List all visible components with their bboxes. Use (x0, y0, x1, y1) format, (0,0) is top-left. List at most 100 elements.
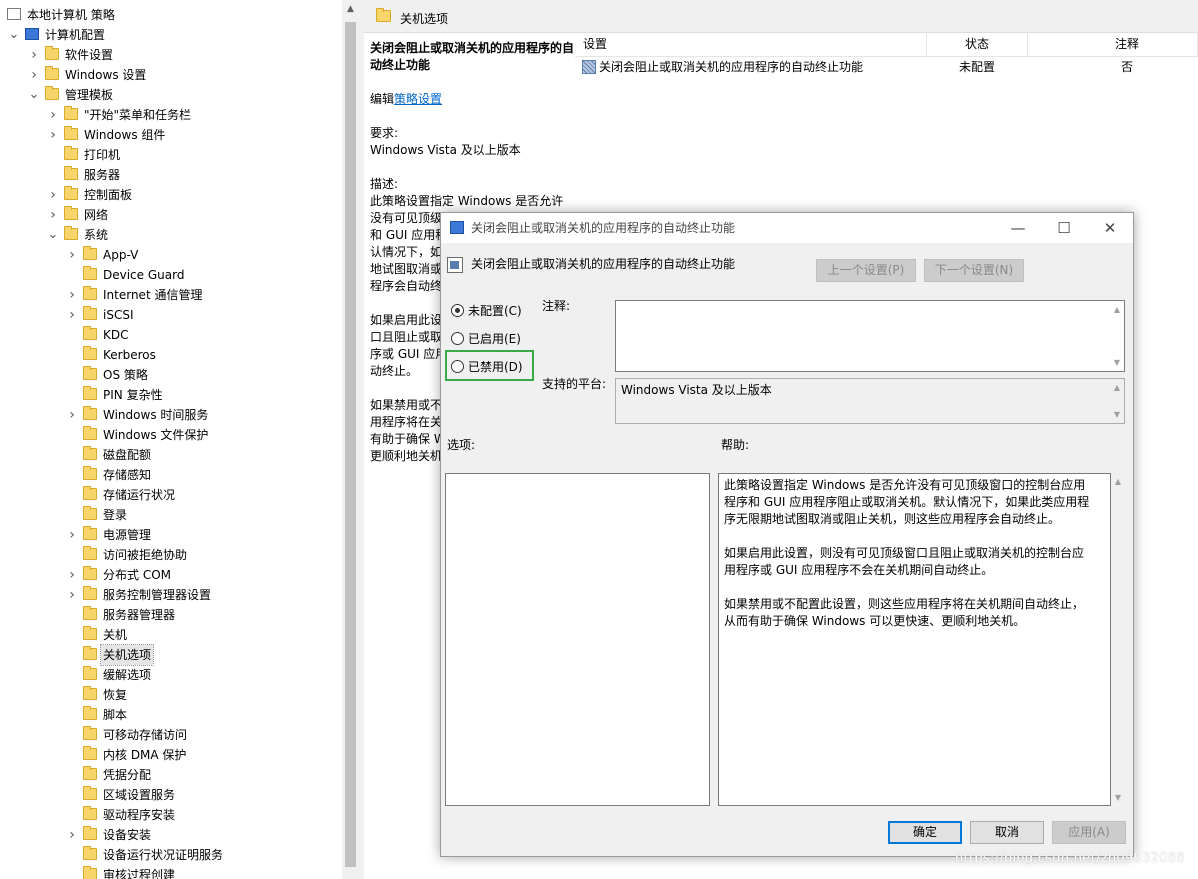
scroll-down-icon[interactable]: ▼ (1111, 793, 1125, 802)
folder-icon (83, 806, 97, 820)
edit-policy-link[interactable]: 策略设置 (394, 92, 442, 106)
folder-icon (83, 846, 97, 860)
app-icon (450, 221, 464, 234)
pane-splitter[interactable] (359, 0, 364, 879)
close-icon[interactable]: ✕ (1087, 213, 1133, 243)
chevron-right-icon[interactable]: › (28, 65, 40, 85)
column-note[interactable]: 注释 (1115, 32, 1139, 56)
radio-enabled-circle[interactable] (451, 332, 464, 345)
folder-icon (83, 866, 97, 879)
ok-button[interactable]: 确定 (888, 821, 962, 844)
tree-item-label: 设备运行状况证明服务 (103, 848, 224, 862)
folder-icon (64, 186, 78, 200)
folder-icon (64, 166, 78, 180)
tree-item-label: 管理模板 (65, 88, 114, 102)
scroll-up-icon[interactable]: ▲ (1110, 305, 1124, 314)
chevron-right-icon[interactable]: › (66, 305, 78, 325)
tree-scrollbar[interactable]: ▲ (342, 0, 359, 879)
policy-document-icon (7, 8, 21, 20)
help-text: 此策略设置指定 Windows 是否允许没有可见顶级窗口的控制台应用程序和 GU… (724, 477, 1092, 647)
tree-item-label: 软件设置 (65, 48, 114, 62)
scroll-down-icon[interactable]: ▼ (1110, 358, 1124, 367)
comment-textarea[interactable]: ▲ ▼ (615, 300, 1125, 372)
platform-scrollbar[interactable]: ▲ ▼ (1110, 379, 1124, 423)
chevron-right-icon[interactable]: › (66, 405, 78, 425)
options-panel[interactable] (445, 473, 710, 806)
tree-item-label: 缓解选项 (103, 668, 152, 682)
settings-list[interactable]: 设置 状态 注释 关闭会阻止或取消关机的应用程序的自动终止功能 未配置 否 (575, 32, 1198, 77)
folder-icon (83, 246, 97, 260)
folder-icon (45, 66, 59, 80)
chevron-right-icon[interactable]: › (47, 105, 59, 125)
chevron-right-icon[interactable]: › (66, 565, 78, 585)
tree-item-label: 驱动程序安装 (103, 808, 176, 822)
column-state[interactable]: 状态 (965, 32, 989, 56)
folder-icon (64, 126, 78, 140)
description-line: 地试图取消或 (370, 262, 443, 276)
scroll-down-icon[interactable]: ▼ (1110, 410, 1124, 419)
tree-item-label: 电源管理 (103, 528, 152, 542)
tree-scroll-thumb[interactable] (345, 22, 356, 867)
chevron-right-icon[interactable]: › (66, 825, 78, 845)
chevron-down-icon[interactable]: ⌄ (28, 85, 40, 105)
dialog-titlebar[interactable]: 关闭会阻止或取消关机的应用程序的自动终止功能 — ☐ ✕ (441, 213, 1133, 243)
chevron-right-icon[interactable]: › (28, 45, 40, 65)
comment-scrollbar[interactable]: ▲ ▼ (1110, 301, 1124, 371)
chevron-right-icon[interactable]: › (47, 125, 59, 145)
chevron-right-icon[interactable]: › (66, 285, 78, 305)
next-setting-button[interactable]: 下一个设置(N) (924, 259, 1024, 282)
folder-icon (83, 826, 97, 840)
tree-item-label: 设备安装 (103, 828, 152, 842)
chevron-down-icon[interactable]: ⌄ (47, 225, 59, 245)
computer-icon (25, 28, 39, 40)
row-setting: 关闭会阻止或取消关机的应用程序的自动终止功能 (599, 60, 864, 74)
chevron-right-icon[interactable]: › (66, 585, 78, 605)
tree-root-label: 本地计算机 策略 (27, 8, 115, 22)
chevron-down-icon[interactable]: ⌄ (8, 25, 20, 45)
radio-not-configured-circle[interactable] (451, 304, 464, 317)
scroll-up-arrow-icon[interactable]: ▲ (342, 4, 359, 14)
dialog-title: 关闭会阻止或取消关机的应用程序的自动终止功能 (471, 221, 736, 235)
tree-item-label: 关机选项 (99, 644, 155, 666)
help-scrollbar[interactable]: ▲ ▼ (1111, 473, 1125, 806)
tree-item-label: Windows 时间服务 (103, 408, 209, 422)
minimize-icon[interactable]: — (995, 213, 1041, 243)
folder-icon (83, 726, 97, 740)
tree-item-label: 内核 DMA 保护 (103, 748, 187, 762)
chevron-right-icon[interactable]: › (47, 185, 59, 205)
policy-setting-dialog[interactable]: 关闭会阻止或取消关机的应用程序的自动终止功能 — ☐ ✕ 关闭会阻止或取消关机的… (440, 212, 1134, 857)
cancel-button[interactable]: 取消 (970, 821, 1044, 844)
edit-policy-line: 编辑策略设置 (370, 92, 443, 106)
tree-item-label: 区域设置服务 (103, 788, 176, 802)
chevron-right-icon[interactable]: › (47, 205, 59, 225)
platform-field: Windows Vista 及以上版本 ▲ ▼ (615, 378, 1125, 424)
folder-icon (83, 526, 97, 540)
radio-disabled-circle[interactable] (451, 360, 464, 373)
table-row[interactable]: 关闭会阻止或取消关机的应用程序的自动终止功能 未配置 否 (575, 57, 1198, 77)
previous-setting-button[interactable]: 上一个设置(P) (816, 259, 916, 282)
folder-icon (83, 406, 97, 420)
navigation-tree[interactable]: 本地计算机 策略 ⌄ 计算机配置 › 软件设置 › Windows 设置 ⌄ 管理模板 › "开始… (0, 0, 342, 879)
tree-item-label: 服务控制管理器设置 (103, 588, 212, 602)
folder-icon (83, 686, 97, 700)
column-setting[interactable]: 设置 (583, 32, 607, 56)
tree-item-label: 控制面板 (84, 188, 133, 202)
help-label: 帮助: (721, 438, 750, 452)
folder-icon (83, 786, 97, 800)
chevron-right-icon[interactable]: › (66, 245, 78, 265)
chevron-right-icon[interactable]: › (66, 525, 78, 545)
folder-icon (83, 486, 97, 500)
description-line: 有助于确保 W (370, 432, 446, 446)
help-paragraph: 如果禁用或不配置此设置，则这些应用程序将在关机期间自动终止，从而有助于确保 Wi… (724, 597, 1085, 628)
maximize-icon[interactable]: ☐ (1041, 213, 1087, 243)
tree-item-label: 登录 (103, 508, 128, 522)
scroll-up-icon[interactable]: ▲ (1110, 383, 1124, 392)
folder-icon (64, 226, 78, 240)
tree-item-label: iSCSI (103, 308, 134, 322)
tree-item-label: 审核过程创建 (103, 868, 176, 879)
scroll-up-icon[interactable]: ▲ (1111, 477, 1125, 486)
apply-button[interactable]: 应用(A) (1052, 821, 1126, 844)
description-line: 口且阻止或取 (370, 330, 443, 344)
folder-icon (83, 586, 97, 600)
help-panel[interactable]: 此策略设置指定 Windows 是否允许没有可见顶级窗口的控制台应用程序和 GU… (718, 473, 1111, 806)
